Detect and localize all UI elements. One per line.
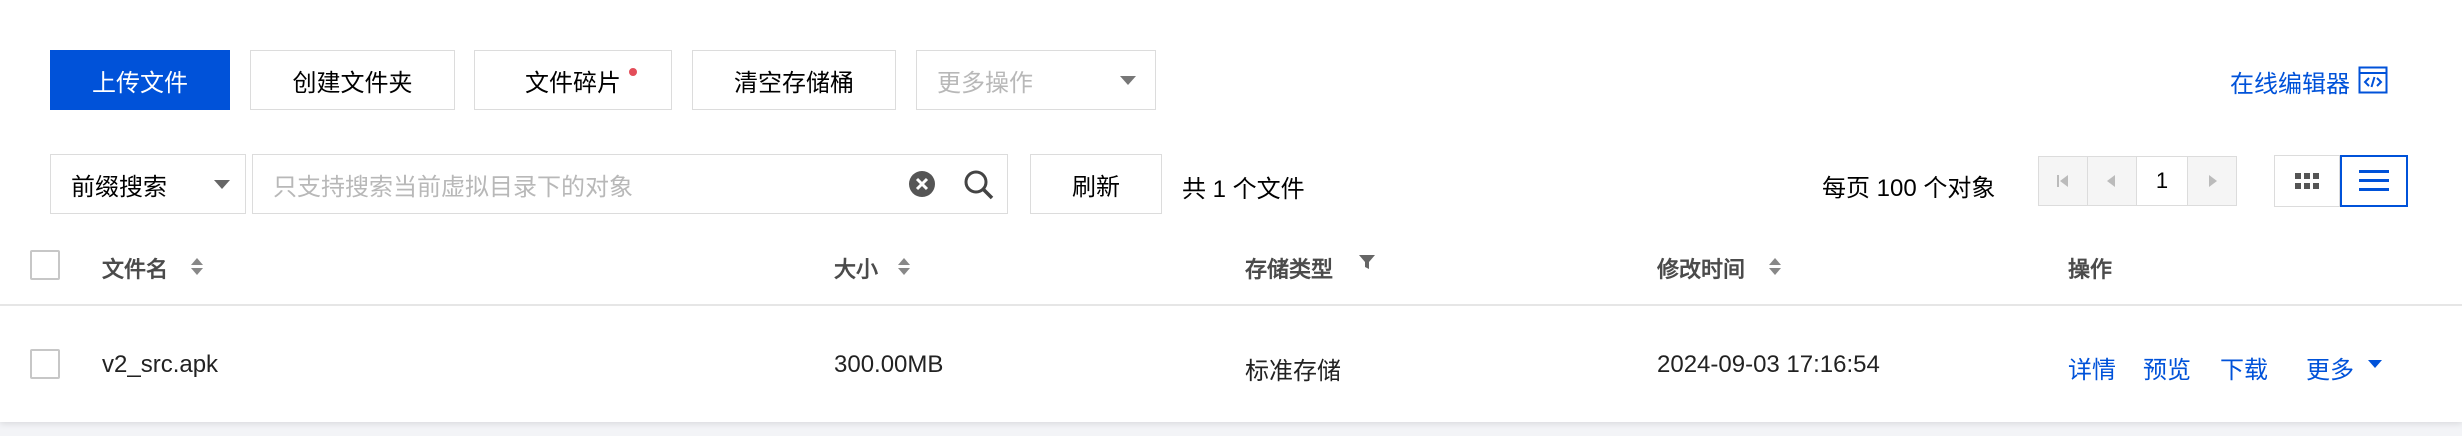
details-link[interactable]: 详情	[2068, 350, 2116, 385]
column-modified-label: 修改时间	[1657, 257, 1746, 282]
file-list-panel: 上传文件 创建文件夹 文件碎片 清空存储桶 更多操作 在线编辑器 前缀搜索 只支…	[0, 0, 2462, 422]
more-actions-placeholder: 更多操作	[937, 69, 1033, 97]
column-name-label: 文件名	[102, 257, 169, 282]
list-view-icon	[2359, 170, 2389, 191]
caret-down-icon	[1120, 76, 1136, 85]
list-view-button[interactable]	[2340, 155, 2408, 207]
sort-icon[interactable]	[897, 256, 911, 278]
editor-code-icon[interactable]	[2358, 66, 2388, 94]
refresh-button[interactable]: 刷新	[1030, 154, 1162, 214]
header-divider	[0, 304, 2462, 306]
filter-icon[interactable]	[1358, 253, 1376, 271]
total-count: 共 1 个文件	[1182, 176, 1305, 203]
column-header-size[interactable]: 大小	[834, 252, 878, 284]
first-page-icon	[2057, 175, 2068, 187]
more-actions-link[interactable]: 更多	[2306, 350, 2354, 385]
caret-down-icon[interactable]	[2368, 360, 2382, 368]
upload-file-button[interactable]: 上传文件	[50, 50, 230, 110]
modified-time-cell: 2024-09-03 17:16:54	[1657, 351, 1880, 378]
first-page-button[interactable]	[2038, 156, 2088, 206]
preview-link[interactable]: 预览	[2143, 350, 2191, 385]
page-number-input[interactable]: 1	[2136, 156, 2188, 206]
file-fragments-label: 文件碎片	[525, 69, 621, 97]
next-page-icon	[2209, 175, 2217, 187]
column-header-name[interactable]: 文件名	[102, 252, 168, 284]
column-actions-label: 操作	[2068, 257, 2113, 282]
search-icon[interactable]	[963, 169, 995, 201]
column-storage-type-label: 存储类型	[1245, 257, 1334, 282]
per-page-label: 每页 100 个对象	[1822, 175, 1996, 202]
online-editor-link[interactable]: 在线编辑器	[2230, 64, 2350, 99]
prev-page-button[interactable]	[2087, 156, 2137, 206]
create-folder-button[interactable]: 创建文件夹	[250, 50, 455, 110]
select-all-checkbox[interactable]	[30, 250, 60, 280]
search-placeholder: 只支持搜索当前虚拟目录下的对象	[273, 173, 633, 201]
sort-icon[interactable]	[1768, 256, 1782, 278]
prev-page-icon	[2107, 175, 2115, 187]
grid-view-button[interactable]	[2274, 155, 2340, 207]
download-link[interactable]: 下载	[2220, 350, 2268, 385]
current-page: 1	[2155, 168, 2169, 193]
column-header-actions: 操作	[2068, 252, 2112, 284]
more-actions-select[interactable]: 更多操作	[916, 50, 1156, 110]
search-mode-label: 前缀搜索	[71, 173, 167, 201]
clear-bucket-button[interactable]: 清空存储桶	[692, 50, 896, 110]
notification-dot	[629, 68, 637, 76]
column-header-modified[interactable]: 修改时间	[1657, 252, 1745, 284]
caret-down-icon	[214, 180, 230, 189]
clear-icon[interactable]	[907, 169, 937, 199]
create-folder-label: 创建文件夹	[292, 69, 413, 97]
refresh-label: 刷新	[1072, 173, 1120, 201]
file-size-cell: 300.00MB	[834, 351, 944, 378]
column-size-label: 大小	[834, 257, 879, 282]
search-input[interactable]: 只支持搜索当前虚拟目录下的对象	[252, 154, 1008, 214]
search-mode-select[interactable]: 前缀搜索	[50, 154, 246, 214]
online-editor-label: 在线编辑器	[2230, 71, 2350, 98]
column-header-storage-type[interactable]: 存储类型	[1245, 252, 1333, 284]
row-checkbox[interactable]	[30, 349, 60, 379]
storage-type-cell: 标准存储	[1245, 358, 1341, 385]
file-name-cell[interactable]: v2_src.apk	[102, 351, 218, 379]
next-page-button[interactable]	[2187, 156, 2237, 206]
file-fragments-button[interactable]: 文件碎片	[474, 50, 672, 110]
upload-file-label: 上传文件	[92, 69, 188, 97]
sort-icon[interactable]	[190, 256, 204, 278]
more-actions-label: 更多	[2306, 357, 2354, 384]
clear-bucket-label: 清空存储桶	[734, 69, 854, 97]
grid-view-icon	[2295, 173, 2319, 189]
